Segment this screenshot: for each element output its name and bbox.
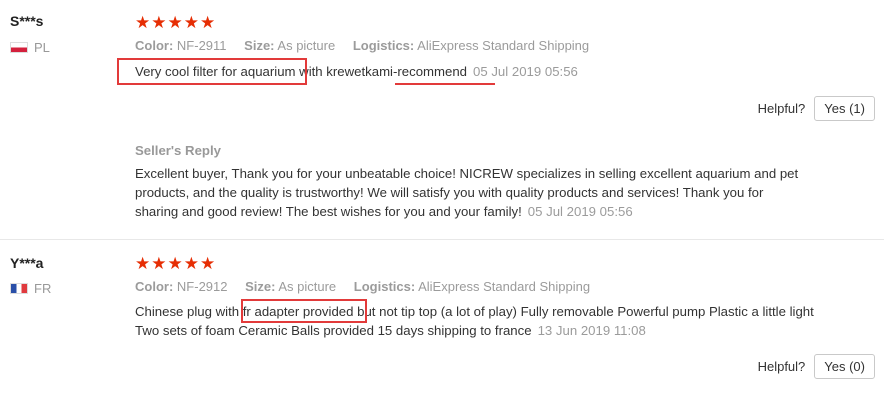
star-rating: ★★★★★	[135, 254, 217, 273]
seller-reply-title: Seller's Reply	[135, 143, 221, 158]
color-value: NF-2911	[176, 38, 227, 53]
logistics-value: AliExpress Standard Shipping	[418, 279, 591, 294]
logistics-label: Logistics:	[353, 279, 416, 294]
highlight-underline	[395, 83, 495, 85]
color-label: Color:	[135, 38, 174, 53]
seller-reply-date: 05 Jul 2019 05:56	[527, 204, 633, 219]
helpful-label: Helpful?	[757, 359, 806, 374]
review-text: Chinese plug with fr adapter provided bu…	[135, 302, 814, 340]
review-attributes: Color: NF-2911 Size: As picture Logistic…	[135, 38, 589, 53]
size-value: As picture	[278, 279, 337, 294]
helpful-yes-button[interactable]: Yes (0)	[814, 354, 875, 379]
helpful-section: Helpful? Yes (1)	[758, 96, 875, 121]
review-attributes: Color: NF-2912 Size: As picture Logistic…	[135, 279, 590, 294]
review-date: 13 Jun 2019 11:08	[537, 323, 646, 338]
reviewer-country: FR	[10, 281, 51, 296]
size-value: As picture	[277, 38, 336, 53]
seller-reply-line: Excellent buyer, Thank you for your unbe…	[135, 166, 799, 181]
logistics-label: Logistics:	[352, 38, 415, 53]
review-date: 05 Jul 2019 05:56	[473, 64, 578, 79]
reviewer-name: Y***a	[10, 255, 44, 271]
star-rating: ★★★★★	[135, 13, 217, 32]
helpful-label: Helpful?	[757, 101, 806, 116]
seller-reply-text: Excellent buyer, Thank you for your unbe…	[135, 164, 798, 221]
seller-reply-line: sharing and good review! The best wishes…	[135, 204, 522, 219]
seller-reply-line: products, and the quality is trustworthy…	[135, 185, 764, 200]
size-label: Size:	[245, 279, 276, 294]
color-value: NF-2912	[176, 279, 228, 294]
logistics-value: AliExpress Standard Shipping	[417, 38, 590, 53]
color-label: Color:	[135, 279, 174, 294]
poland-flag-icon	[10, 42, 28, 53]
country-code: PL	[34, 40, 50, 55]
helpful-section: Helpful? Yes (0)	[758, 354, 875, 379]
review-text: Very cool filter for aquarium with krewe…	[135, 62, 578, 81]
review-body: Very cool filter for aquarium with krewe…	[135, 64, 467, 79]
france-flag-icon	[10, 283, 28, 294]
size-label: Size:	[244, 38, 275, 53]
country-code: FR	[34, 281, 52, 296]
reviewer-name: S***s	[10, 13, 44, 29]
reviewer-country: PL	[10, 40, 50, 55]
review-body-line: Chinese plug with fr adapter provided bu…	[135, 304, 814, 319]
review-divider	[0, 239, 884, 240]
review-body-line: Two sets of foam Ceramic Balls provided …	[135, 323, 532, 338]
helpful-yes-button[interactable]: Yes (1)	[814, 96, 875, 121]
